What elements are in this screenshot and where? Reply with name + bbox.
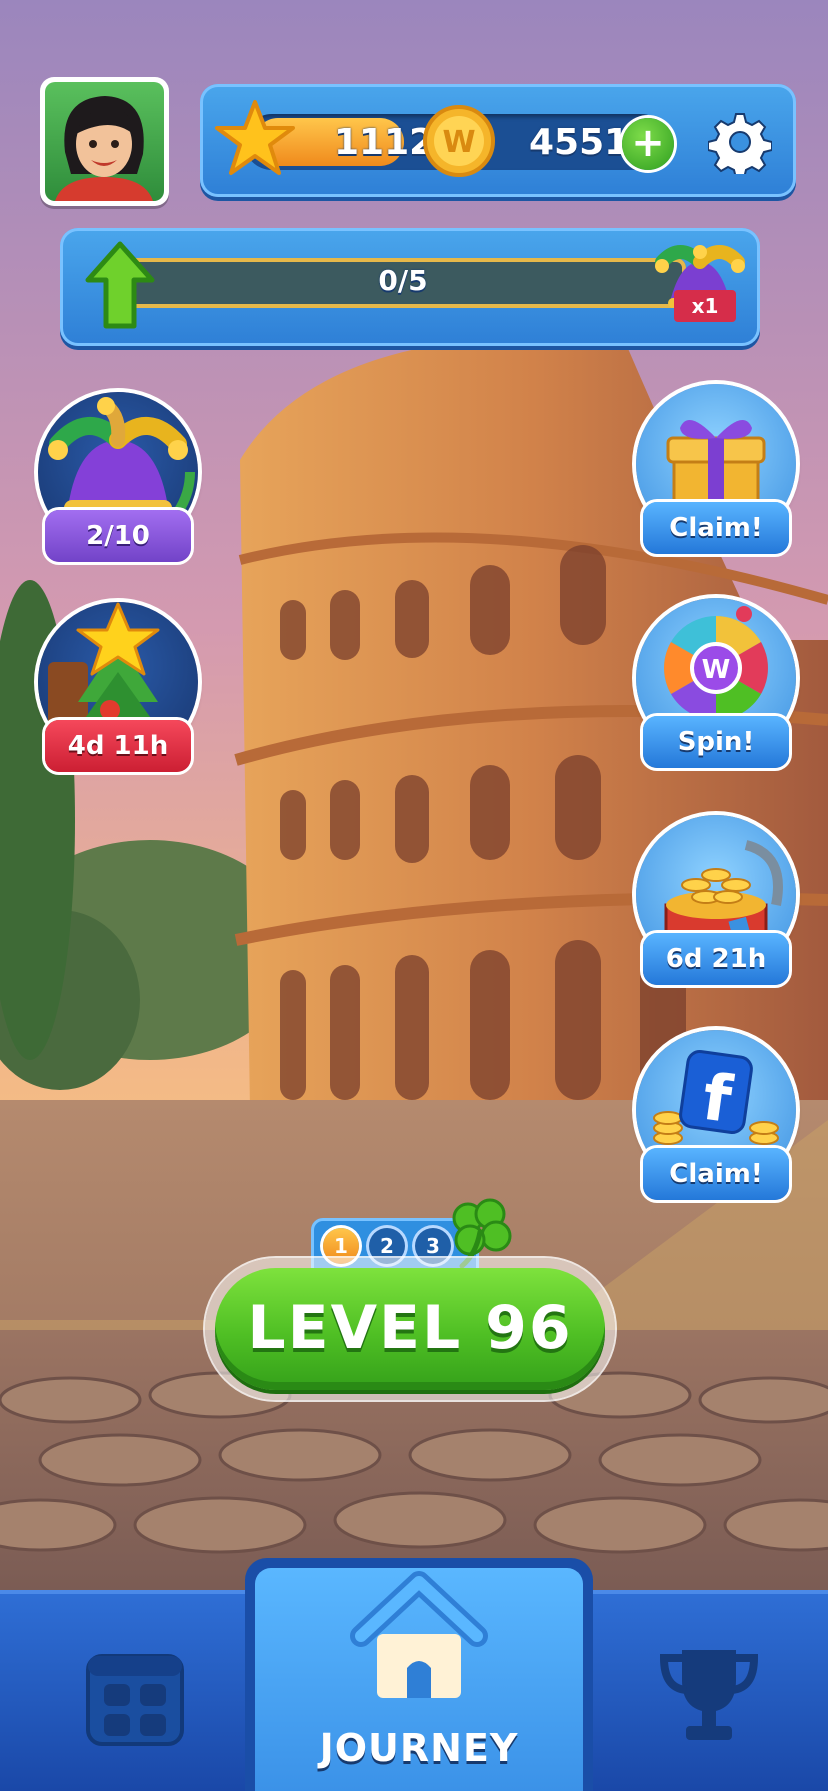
trophy-icon[interactable] <box>654 1640 764 1750</box>
level-label: LEVEL 96 <box>215 1268 605 1390</box>
coin-chest-timer: 6d 21h <box>643 933 789 985</box>
wheel-spin-button[interactable]: W Spin! <box>633 598 799 768</box>
journey-tab[interactable]: JOURNEY <box>245 1558 593 1791</box>
wheel-spin-label: Spin! <box>643 716 789 768</box>
reward-multiplier: x1 <box>674 290 736 322</box>
coin-chest-button[interactable]: 6d 21h <box>633 815 799 985</box>
facebook-claim-button[interactable]: f Claim! <box>633 1030 799 1200</box>
calendar-icon[interactable] <box>80 1640 190 1750</box>
svg-text:W: W <box>442 125 475 160</box>
facebook-claim-label: Claim! <box>643 1148 789 1200</box>
jester-event-button[interactable]: 2/10 <box>35 392 201 562</box>
star-icon <box>215 100 295 175</box>
progress-panel[interactable]: 0/5 x1 <box>60 228 760 346</box>
christmas-event-timer: 4d 11h <box>45 720 191 772</box>
gift-claim-label: Claim! <box>643 502 789 554</box>
journey-label: JOURNEY <box>319 1726 519 1770</box>
gear-icon[interactable] <box>708 110 772 174</box>
gift-claim-button[interactable]: Claim! <box>633 384 799 554</box>
christmas-event-button[interactable]: 4d 11h <box>35 602 201 772</box>
play-level-button[interactable]: LEVEL 96 <box>205 1258 615 1400</box>
progress-label: 0/5 <box>378 264 428 297</box>
stars-value: 1112 <box>334 122 435 163</box>
jester-event-progress: 2/10 <box>45 510 191 562</box>
player-avatar[interactable] <box>40 77 169 206</box>
progress-bar: 0/5 <box>120 258 686 308</box>
up-arrow-icon <box>85 241 155 329</box>
home-icon <box>350 1571 488 1698</box>
avatar-icon <box>55 96 153 201</box>
svg-text:W: W <box>702 655 731 685</box>
coin-icon: W <box>423 105 495 177</box>
add-coins-button[interactable]: + <box>622 118 674 170</box>
currency-bar: 1112 45512 W + <box>200 84 796 197</box>
